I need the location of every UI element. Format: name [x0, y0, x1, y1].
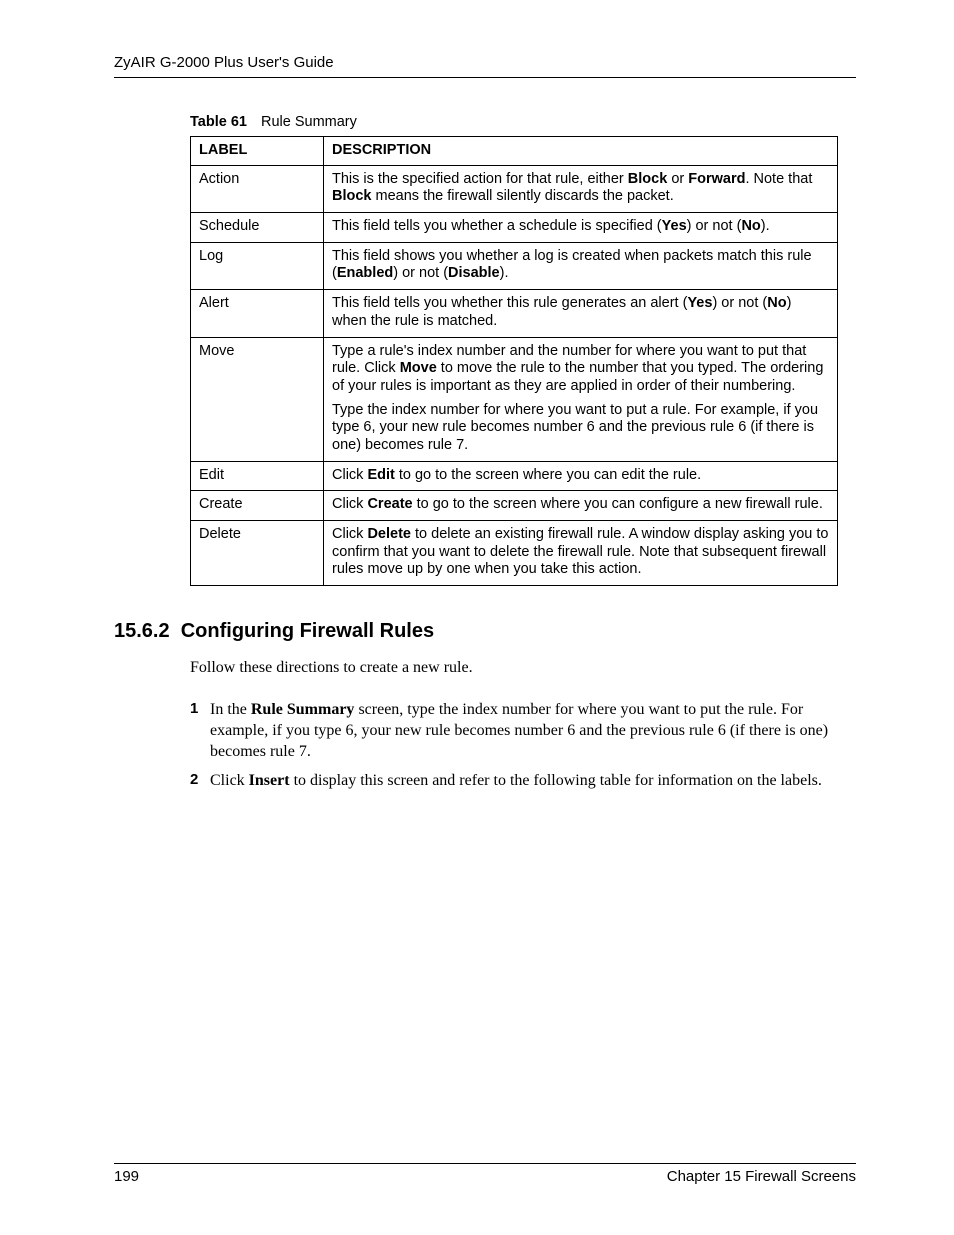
table-caption: Table 61 Rule Summary [190, 114, 856, 130]
step-text: Click Insert to display this screen and … [210, 772, 822, 789]
section-intro: Follow these directions to create a new … [190, 659, 856, 677]
list-item: 1 In the Rule Summary screen, type the in… [190, 699, 856, 762]
row-description: Click Edit to go to the screen where you… [324, 461, 838, 491]
chapter-label: Chapter 15 Firewall Screens [667, 1168, 856, 1185]
row-label: Schedule [191, 213, 324, 243]
table-caption-label: Table 61 [190, 114, 247, 130]
section-title: Configuring Firewall Rules [181, 620, 434, 642]
table-row: MoveType a rule's index number and the n… [191, 337, 838, 461]
row-label: Create [191, 491, 324, 521]
section-heading: 15.6.2 Configuring Firewall Rules [114, 620, 856, 643]
row-description: This field tells you whether a schedule … [324, 213, 838, 243]
step-text: In the Rule Summary screen, type the ind… [210, 701, 828, 760]
row-label: Delete [191, 521, 324, 586]
section-number: 15.6.2 [114, 620, 170, 642]
table-header-label: LABEL [191, 137, 324, 166]
table-body: ActionThis is the specified action for t… [191, 165, 838, 585]
page-footer: 199 Chapter 15 Firewall Screens [114, 1163, 856, 1185]
table-row: DeleteClick Delete to delete an existing… [191, 521, 838, 586]
step-number: 2 [190, 770, 198, 790]
row-description: Click Delete to delete an existing firew… [324, 521, 838, 586]
table-row: ScheduleThis field tells you whether a s… [191, 213, 838, 243]
rule-summary-table: LABEL DESCRIPTION ActionThis is the spec… [190, 136, 838, 586]
step-number: 1 [190, 699, 198, 719]
page-number: 199 [114, 1168, 139, 1185]
guide-title: ZyAIR G-2000 Plus User's Guide [114, 54, 334, 71]
table-row: EditClick Edit to go to the screen where… [191, 461, 838, 491]
row-label: Edit [191, 461, 324, 491]
row-description: This field shows you whether a log is cr… [324, 242, 838, 289]
table-header-description: DESCRIPTION [324, 137, 838, 166]
row-description: This is the specified action for that ru… [324, 165, 838, 212]
table-block: Table 61 Rule Summary LABEL DESCRIPTION … [190, 114, 856, 586]
list-item: 2 Click Insert to display this screen and… [190, 770, 856, 791]
row-label: Alert [191, 290, 324, 337]
document-page: ZyAIR G-2000 Plus User's Guide Table 61 … [0, 0, 954, 1235]
table-caption-title: Rule Summary [261, 114, 357, 130]
table-row: LogThis field shows you whether a log is… [191, 242, 838, 289]
table-row: AlertThis field tells you whether this r… [191, 290, 838, 337]
table-row: ActionThis is the specified action for t… [191, 165, 838, 212]
table-row: CreateClick Create to go to the screen w… [191, 491, 838, 521]
row-description: Click Create to go to the screen where y… [324, 491, 838, 521]
row-description: Type a rule's index number and the numbe… [324, 337, 838, 461]
steps-list: 1 In the Rule Summary screen, type the in… [190, 699, 856, 791]
table-header-row: LABEL DESCRIPTION [191, 137, 838, 166]
running-header: ZyAIR G-2000 Plus User's Guide [114, 54, 856, 78]
row-label: Action [191, 165, 324, 212]
row-label: Log [191, 242, 324, 289]
row-label: Move [191, 337, 324, 461]
row-description: This field tells you whether this rule g… [324, 290, 838, 337]
